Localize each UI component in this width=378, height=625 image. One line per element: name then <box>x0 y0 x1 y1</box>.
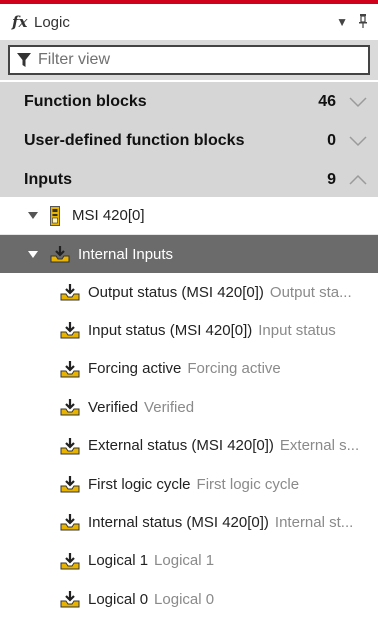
tree-leaf-item[interactable]: Input status (MSI 420[0]) Input status <box>0 311 378 349</box>
panel-titlebar: fx Logic ▼ <box>0 4 378 40</box>
category-count: 9 <box>327 170 336 188</box>
filter-input[interactable] <box>38 51 338 69</box>
tree-leaf-label: Logical 1 <box>88 552 149 570</box>
category-count: 0 <box>327 131 336 149</box>
tree-leaf-description: Verified <box>144 398 195 416</box>
chevron-up-icon[interactable] <box>348 173 368 187</box>
tree-leaf-item[interactable]: Internal status (MSI 420[0]) Internal st.… <box>0 503 378 541</box>
tree-leaf-label: Input status (MSI 420[0]) <box>88 321 253 339</box>
filter-box[interactable] <box>8 45 370 75</box>
tree-leaf-description: Forcing active <box>187 360 281 378</box>
chevron-down-icon[interactable] <box>348 95 368 109</box>
tree-leaf-description: First logic cycle <box>196 475 300 493</box>
tree-leaf-description: Output sta... <box>269 283 352 301</box>
tree-leaf-item[interactable]: Verified Verified <box>0 388 378 426</box>
input-tray-icon <box>60 591 80 608</box>
tree-leaf-item[interactable]: Forcing active Forcing active <box>0 350 378 388</box>
tree-leaf-label: First logic cycle <box>88 475 191 493</box>
tree-node-internal-inputs[interactable]: Internal Inputs <box>0 235 378 273</box>
tree-leaf-description: Internal st... <box>274 513 354 531</box>
input-tray-icon <box>60 360 80 378</box>
category-inputs[interactable]: Inputs 9 <box>0 160 378 199</box>
category-label: Function blocks <box>24 92 147 110</box>
tree-leaf-label: Internal status (MSI 420[0]) <box>88 513 269 531</box>
tree-leaf-description: External s... <box>279 437 360 455</box>
tree-leaf-description: Input status <box>258 321 336 339</box>
panel-title: Logic <box>34 13 70 31</box>
tree-node-label: Internal Inputs <box>78 245 174 263</box>
tree-leaf-description: Logical 1 <box>154 552 215 570</box>
tree-leaf-label: Verified <box>88 398 139 416</box>
tree-leaf-description: Logical 0 <box>154 590 215 608</box>
input-tray-icon <box>60 514 80 531</box>
filter-bar <box>0 40 378 80</box>
input-tray-icon <box>60 552 80 570</box>
chevron-down-icon[interactable] <box>348 134 368 148</box>
input-tray-icon <box>60 476 80 493</box>
category-label: Inputs <box>24 170 72 188</box>
tree-leaf-label: Forcing active <box>88 360 182 378</box>
category-function-blocks[interactable]: Function blocks 46 <box>0 82 378 121</box>
pin-icon[interactable] <box>358 13 368 31</box>
function-icon: fx <box>12 13 28 31</box>
dropdown-menu-icon[interactable]: ▼ <box>336 15 348 29</box>
tree-leaf-item[interactable]: Logical 0 Logical 0 <box>0 580 378 618</box>
expand-arrow-icon[interactable] <box>28 250 38 258</box>
tree-leaf-label: Output status (MSI 420[0]) <box>88 283 264 301</box>
input-tray-icon <box>60 322 80 339</box>
input-tray-icon <box>60 437 80 455</box>
device-module-icon <box>50 205 60 226</box>
category-label: User-defined function blocks <box>24 131 245 149</box>
tree-node-label: MSI 420[0] <box>72 207 145 224</box>
tree-leaf-item[interactable]: Logical 1 Logical 1 <box>0 542 378 580</box>
input-tray-icon <box>50 246 70 263</box>
category-user-defined-function-blocks[interactable]: User-defined function blocks 0 <box>0 121 378 160</box>
tree-leaf-item[interactable]: First logic cycle First logic cycle <box>0 465 378 503</box>
input-tray-icon <box>60 399 80 416</box>
filter-icon <box>17 53 31 67</box>
tree-leaf-item[interactable]: External status (MSI 420[0]) External s..… <box>0 427 378 465</box>
tree-leaf-label: External status (MSI 420[0]) <box>88 437 274 455</box>
category-count: 46 <box>318 92 336 110</box>
tree-node-device[interactable]: MSI 420[0] <box>0 197 378 235</box>
expand-arrow-icon[interactable] <box>28 212 38 219</box>
tree-leaf-item[interactable]: Output status (MSI 420[0]) Output sta... <box>0 273 378 311</box>
tree-leaf-label: Logical 0 <box>88 590 149 608</box>
input-tray-icon <box>60 284 80 301</box>
